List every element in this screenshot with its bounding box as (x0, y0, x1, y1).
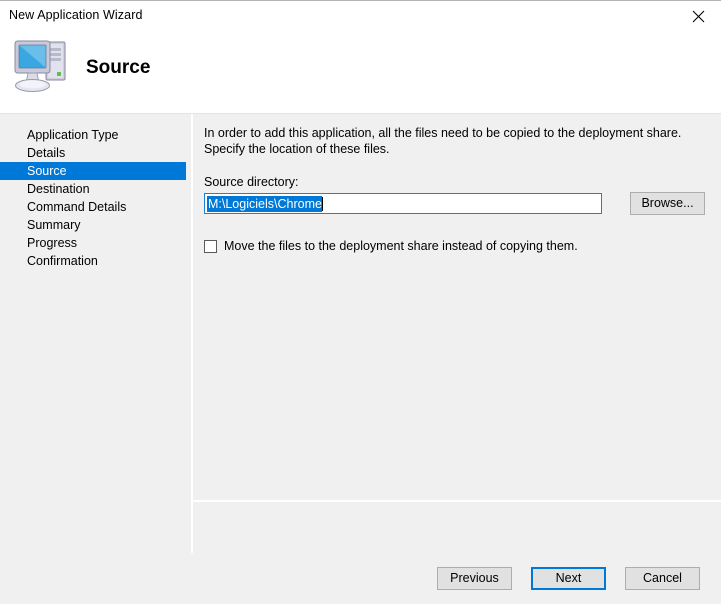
sidebar-item-command-details[interactable]: Command Details (0, 198, 186, 216)
move-files-label: Move the files to the deployment share i… (224, 239, 578, 253)
close-icon[interactable] (675, 1, 721, 32)
previous-button[interactable]: Previous (437, 567, 512, 590)
sidebar-item-progress[interactable]: Progress (0, 234, 186, 252)
source-directory-label: Source directory: (204, 175, 711, 189)
browse-button[interactable]: Browse... (630, 192, 705, 215)
source-directory-input[interactable]: M:\Logiciels\Chrome (204, 193, 602, 214)
instruction-text: In order to add this application, all th… (204, 125, 714, 157)
computer-icon (9, 30, 77, 100)
wizard-footer: Previous Next Cancel (0, 553, 721, 604)
wizard-window: New Application Wizard (0, 0, 721, 604)
wizard-steps-sidebar: Application Type Details Source Destinat… (0, 114, 191, 553)
wizard-body: Application Type Details Source Destinat… (0, 114, 721, 553)
text-caret (322, 197, 323, 211)
sidebar-item-destination[interactable]: Destination (0, 180, 186, 198)
sidebar-item-source[interactable]: Source (0, 162, 186, 180)
page-title: Source (86, 57, 150, 79)
sidebar-item-summary[interactable]: Summary (0, 216, 186, 234)
source-directory-value: M:\Logiciels\Chrome (207, 196, 322, 212)
window-title: New Application Wizard (9, 8, 143, 22)
sidebar-item-confirmation[interactable]: Confirmation (0, 252, 186, 270)
move-files-checkbox-row[interactable]: Move the files to the deployment share i… (204, 239, 711, 253)
wizard-content-panel: In order to add this application, all th… (193, 114, 721, 553)
footer-divider (193, 500, 721, 502)
cancel-button[interactable]: Cancel (625, 567, 700, 590)
titlebar: New Application Wizard (0, 1, 721, 32)
move-files-checkbox[interactable] (204, 240, 217, 253)
sidebar-item-details[interactable]: Details (0, 144, 186, 162)
next-button[interactable]: Next (531, 567, 606, 590)
wizard-header: Source (0, 32, 721, 114)
sidebar-item-application-type[interactable]: Application Type (0, 126, 186, 144)
source-directory-row: M:\Logiciels\Chrome Browse... (204, 193, 711, 215)
